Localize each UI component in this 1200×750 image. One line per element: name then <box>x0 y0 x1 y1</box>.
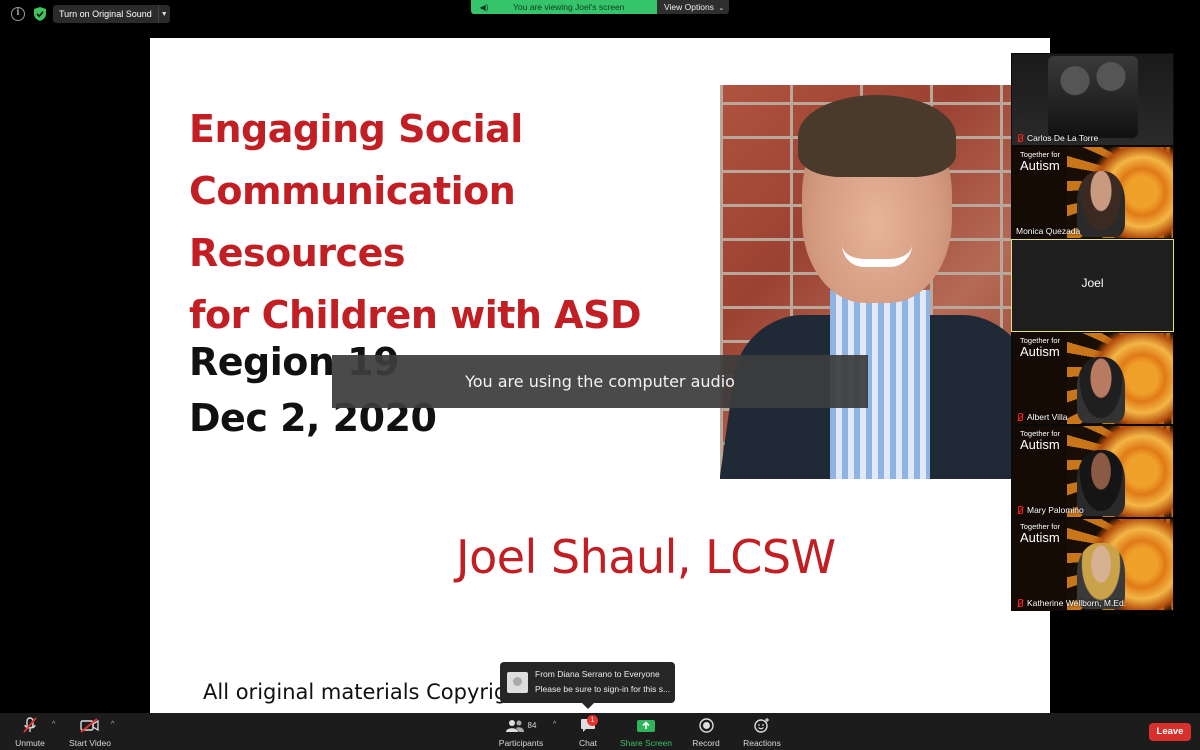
background-logo: Together for Autism <box>1020 336 1061 359</box>
original-sound-button[interactable]: Turn on Original Sound ▼ <box>53 5 170 23</box>
background-logo: Together for Autism <box>1020 522 1061 545</box>
participant-tile[interactable]: Together for Autism Albert Villa <box>1011 332 1174 425</box>
audio-notification: You are using the computer audio <box>332 355 868 408</box>
start-video-label: Start Video <box>69 738 111 748</box>
participant-name: Monica Quezada <box>1016 226 1081 236</box>
viewing-text: You are viewing Joel's screen <box>513 2 625 12</box>
view-options-label: View Options <box>664 2 714 12</box>
chat-notification[interactable]: From Diana Serrano to Everyone Please be… <box>500 662 675 709</box>
share-screen-button[interactable]: Share Screen <box>618 717 674 748</box>
presenter-photo <box>720 85 1020 479</box>
original-sound-label: Turn on Original Sound <box>59 9 152 19</box>
chat-icon: 1 <box>573 715 603 734</box>
slide-title: Engaging Social Communication Resources … <box>189 98 709 346</box>
slide-copyright: All original materials Copyright 2 <box>203 680 549 704</box>
video-off-icon <box>66 717 114 734</box>
participant-tile[interactable]: Carlos De La Torre <box>1011 53 1174 146</box>
avatar <box>507 672 528 693</box>
view-options-button[interactable]: View Options ⌄ <box>657 0 729 14</box>
chevron-down-icon: ⌄ <box>718 5 725 12</box>
chevron-down-icon[interactable]: ▼ <box>157 5 170 23</box>
participant-name: Joel <box>1081 276 1104 290</box>
unmute-button[interactable]: Unmute <box>12 717 48 748</box>
record-button[interactable]: Record <box>688 717 724 748</box>
background-logo: Together for Autism <box>1020 150 1061 173</box>
reactions-button[interactable]: Reactions <box>740 717 784 748</box>
share-screen-label: Share Screen <box>620 738 672 748</box>
participant-count: 84 <box>527 721 537 730</box>
chevron-up-icon: ^ <box>52 721 56 728</box>
start-video-button[interactable]: Start Video <box>66 717 114 748</box>
share-screen-icon <box>618 717 674 734</box>
leave-button[interactable]: Leave <box>1149 723 1191 741</box>
info-icon[interactable]: i <box>11 7 25 21</box>
mic-muted-icon <box>1016 598 1024 608</box>
participants-label: Participants <box>498 738 544 748</box>
record-icon <box>688 717 724 734</box>
participant-tile-active-speaker[interactable]: Joel <box>1011 239 1174 332</box>
speaker-icon: ◀) <box>479 2 489 12</box>
participants-button[interactable]: 84 Participants <box>496 717 546 748</box>
participant-name: Katherine Wellborn, M.Ed. <box>1027 598 1127 608</box>
slide-title-line: Communication Resources <box>189 169 516 275</box>
participant-strip[interactable]: Carlos De La Torre Together for Autism Mo… <box>1011 53 1174 611</box>
meeting-toolbar: Unmute ^ Start Video ^ 84 Participants ^… <box>0 713 1200 750</box>
mic-muted-icon <box>1016 412 1024 422</box>
chat-button[interactable]: 1 Chat <box>573 715 603 748</box>
viewing-screen-banner: ◀) You are viewing Joel's screen <box>471 0 657 14</box>
reactions-label: Reactions <box>743 738 781 748</box>
participant-tile[interactable]: Together for Autism Monica Quezada <box>1011 146 1174 239</box>
participant-name: Mary Palomino <box>1027 505 1084 515</box>
chat-sender: From Diana Serrano to Everyone <box>535 669 660 679</box>
chat-message: Please be sure to sign-in for this s... <box>535 684 671 694</box>
participant-name: Carlos De La Torre <box>1027 133 1099 143</box>
participant-name: Albert Villa <box>1027 412 1068 422</box>
shield-check-icon[interactable] <box>34 7 46 21</box>
participant-tile[interactable]: Together for Autism Mary Palomino <box>1011 425 1174 518</box>
record-label: Record <box>692 738 720 748</box>
chevron-up-icon: ^ <box>111 721 115 728</box>
unmute-label: Unmute <box>15 738 45 748</box>
mic-muted-icon <box>1016 505 1024 515</box>
chat-label: Chat <box>579 738 597 748</box>
participant-tile[interactable]: Together for Autism Katherine Wellborn, M… <box>1011 518 1174 611</box>
background-logo: Together for Autism <box>1020 429 1061 452</box>
participants-icon: 84 <box>496 717 546 734</box>
chevron-up-icon: ^ <box>553 721 557 728</box>
reactions-icon <box>740 717 784 734</box>
slide-title-line: Engaging Social <box>189 107 523 151</box>
chat-unread-badge: 1 <box>587 715 598 726</box>
mic-muted-icon <box>12 717 48 734</box>
mic-muted-icon <box>1016 133 1024 143</box>
slide-author: Joel Shaul, LCSW <box>456 530 836 584</box>
